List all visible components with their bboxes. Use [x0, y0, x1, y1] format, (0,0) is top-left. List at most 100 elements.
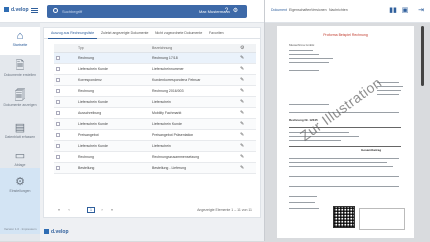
tab-invoice-list[interactable]: Auszug aus Rechnungsliste: [48, 28, 98, 39]
edit-pencil-icon[interactable]: ✎: [240, 55, 244, 61]
viewer-tab-document[interactable]: Dokument: [271, 8, 287, 12]
first-page-icon[interactable]: «: [56, 207, 62, 213]
pdf-text-line: [289, 58, 333, 59]
nav-label: Dokumente anzeigen: [3, 103, 37, 107]
row-checkbox[interactable]: [56, 56, 60, 60]
edit-pencil-icon[interactable]: ✎: [240, 132, 244, 138]
info-icon[interactable]: ?: [223, 8, 230, 15]
pdf-text-line: [289, 50, 313, 51]
table-row[interactable]: Korrespondenz Kundenkorrespondenz Februar…: [54, 75, 256, 86]
edit-pencil-icon[interactable]: ✎: [240, 77, 244, 83]
last-page-icon[interactable]: »: [109, 207, 115, 213]
row-checkbox[interactable]: [56, 155, 60, 159]
next-page-icon[interactable]: ›: [99, 207, 105, 213]
row-checkbox[interactable]: [56, 89, 60, 93]
nav-label: Datenblatt erfassen: [4, 135, 36, 139]
edit-pencil-icon[interactable]: ✎: [240, 165, 244, 171]
row-checkbox[interactable]: [56, 111, 60, 115]
row-checkbox[interactable]: [56, 133, 60, 137]
edit-pencil-icon[interactable]: ✎: [240, 121, 244, 127]
edit-pencil-icon[interactable]: ✎: [240, 88, 244, 94]
pdf-text-line: [289, 196, 317, 197]
table-row[interactable]: Rechnung Rechnung 2016/003 ✎: [54, 86, 256, 97]
folder-icon: ▭: [14, 150, 26, 162]
pdf-company: Musterfirma GmbH: [289, 43, 315, 47]
nav-label: Startseite: [12, 43, 28, 47]
nav-item-settings[interactable]: ⚙ Einstellungen: [0, 173, 40, 201]
row-checkbox[interactable]: [56, 122, 60, 126]
header-type[interactable]: Typ: [78, 44, 84, 53]
row-type: Rechnung: [78, 56, 94, 60]
pdf-table-rule: [289, 146, 401, 147]
nav-item-home[interactable]: ⌂ Startseite: [0, 27, 40, 55]
row-name: Lieferschein: [152, 100, 171, 104]
row-type: Bestellung: [78, 166, 95, 170]
table-row[interactable]: Lieferschein Kunde Lieferscheinnummer ✎: [54, 64, 256, 75]
pdf-text-line: [289, 202, 315, 203]
row-checkbox[interactable]: [56, 166, 60, 170]
tab-recent[interactable]: Zuletzt angezeigte Dokumente: [98, 28, 151, 39]
pdf-text-line: [289, 158, 399, 159]
edit-pencil-icon[interactable]: ✎: [240, 99, 244, 105]
edit-pencil-icon[interactable]: ✎: [240, 143, 244, 149]
fullscreen-icon[interactable]: ▣: [401, 7, 409, 15]
viewer-tab-properties[interactable]: Eigenschaften: [289, 8, 311, 12]
table-row[interactable]: Lieferschein Kunde Lieferschein ✎: [54, 141, 256, 152]
close-icon[interactable]: ⇥: [417, 7, 425, 15]
row-name: Rechnung 2016/003: [152, 89, 184, 93]
table-row[interactable]: Preisangebot Preisangebot Präsentation ✎: [54, 130, 256, 141]
pdf-text-line: [289, 62, 329, 63]
header-name[interactable]: Bezeichnung: [152, 44, 172, 53]
menu-icon[interactable]: [31, 8, 38, 13]
row-checkbox[interactable]: [56, 67, 60, 71]
search-bar[interactable]: Suchbegriff Max Mustermann ? ⚙: [47, 5, 247, 18]
search-icon: [53, 8, 58, 13]
viewer-scrollbar[interactable]: [421, 26, 424, 86]
nav-item-show-documents[interactable]: 🗐 Dokumente anzeigen: [0, 87, 40, 115]
home-icon: ⌂: [16, 30, 24, 42]
row-name: Kundenkorrespondenz Februar: [152, 78, 201, 82]
row-type: Korrespondenz: [78, 78, 102, 82]
top-bar: d.velop Suchbegriff Max Mustermann ? ⚙: [0, 0, 264, 23]
viewer-tab-messages[interactable]: Nachrichten: [329, 8, 348, 12]
app-window: d.velop Suchbegriff Max Mustermann ? ⚙ ⌂…: [0, 0, 430, 241]
gear-icon: ⚙: [15, 176, 25, 188]
documents-icon: 🗐: [14, 90, 26, 102]
pdf-text-line: [289, 136, 359, 137]
table-row[interactable]: Rechnung Rechnung 17/18 ✎: [54, 53, 256, 64]
edit-pencil-icon[interactable]: ✎: [240, 110, 244, 116]
edit-pencil-icon[interactable]: ✎: [240, 66, 244, 72]
pdf-text-line: [289, 208, 319, 209]
row-checkbox[interactable]: [56, 100, 60, 104]
table-header: Typ Bezeichnung ⚙: [54, 44, 256, 53]
nav-item-create-documents[interactable]: 🗎 Dokumente erstellen: [0, 57, 40, 85]
table-row[interactable]: Lieferschein Kunde Lieferschein Kunde ✎: [54, 119, 256, 130]
nav-item-datasheet[interactable]: ▤ Datenblatt erfassen: [0, 119, 40, 147]
tab-unassigned[interactable]: Nicht zugeordnete Dokumente: [152, 28, 205, 39]
row-type: Rechnung: [78, 155, 94, 159]
row-checkbox[interactable]: [56, 144, 60, 148]
document-list-panel: Auszug aus Rechnungsliste Zuletzt angeze…: [43, 27, 261, 218]
table-body: Rechnung Rechnung 17/18 ✎ Lieferschein Kund…: [54, 53, 256, 174]
watermark-text: Zur Illustration: [297, 74, 385, 144]
tab-favorites[interactable]: Favoriten: [206, 28, 227, 39]
pagination: « ‹ 1 › » Angezeigte Elemente 1 – 11 von…: [54, 206, 256, 215]
pdf-text-line: [377, 94, 399, 95]
nav-item-archive[interactable]: ▭ Ablage: [0, 147, 40, 175]
table-row[interactable]: Rechnung Rechnungszusammensetzung ✎: [54, 152, 256, 163]
row-name: Preisangebot Präsentation: [152, 133, 194, 137]
settings-icon[interactable]: ⚙: [232, 8, 239, 15]
table-row[interactable]: Ausschreibung Mobility Fachmarkt ✎: [54, 108, 256, 119]
split-view-icon[interactable]: ▮▮: [389, 7, 397, 15]
prev-page-icon[interactable]: ‹: [66, 207, 72, 213]
app-logo[interactable]: d.velop: [4, 7, 29, 13]
pdf-text-line: [377, 90, 401, 91]
table-row[interactable]: Bestellung Bestellung - Lieferung ✎: [54, 163, 256, 174]
page-number[interactable]: 1: [87, 207, 95, 213]
table-row[interactable]: Lieferschein Kunde Lieferschein ✎: [54, 97, 256, 108]
edit-pencil-icon[interactable]: ✎: [240, 154, 244, 160]
settings-icon[interactable]: ⚙: [240, 44, 244, 53]
row-type: Lieferschein Kunde: [78, 100, 108, 104]
viewer-tab-versions[interactable]: Versionen: [311, 8, 327, 12]
row-checkbox[interactable]: [56, 78, 60, 82]
